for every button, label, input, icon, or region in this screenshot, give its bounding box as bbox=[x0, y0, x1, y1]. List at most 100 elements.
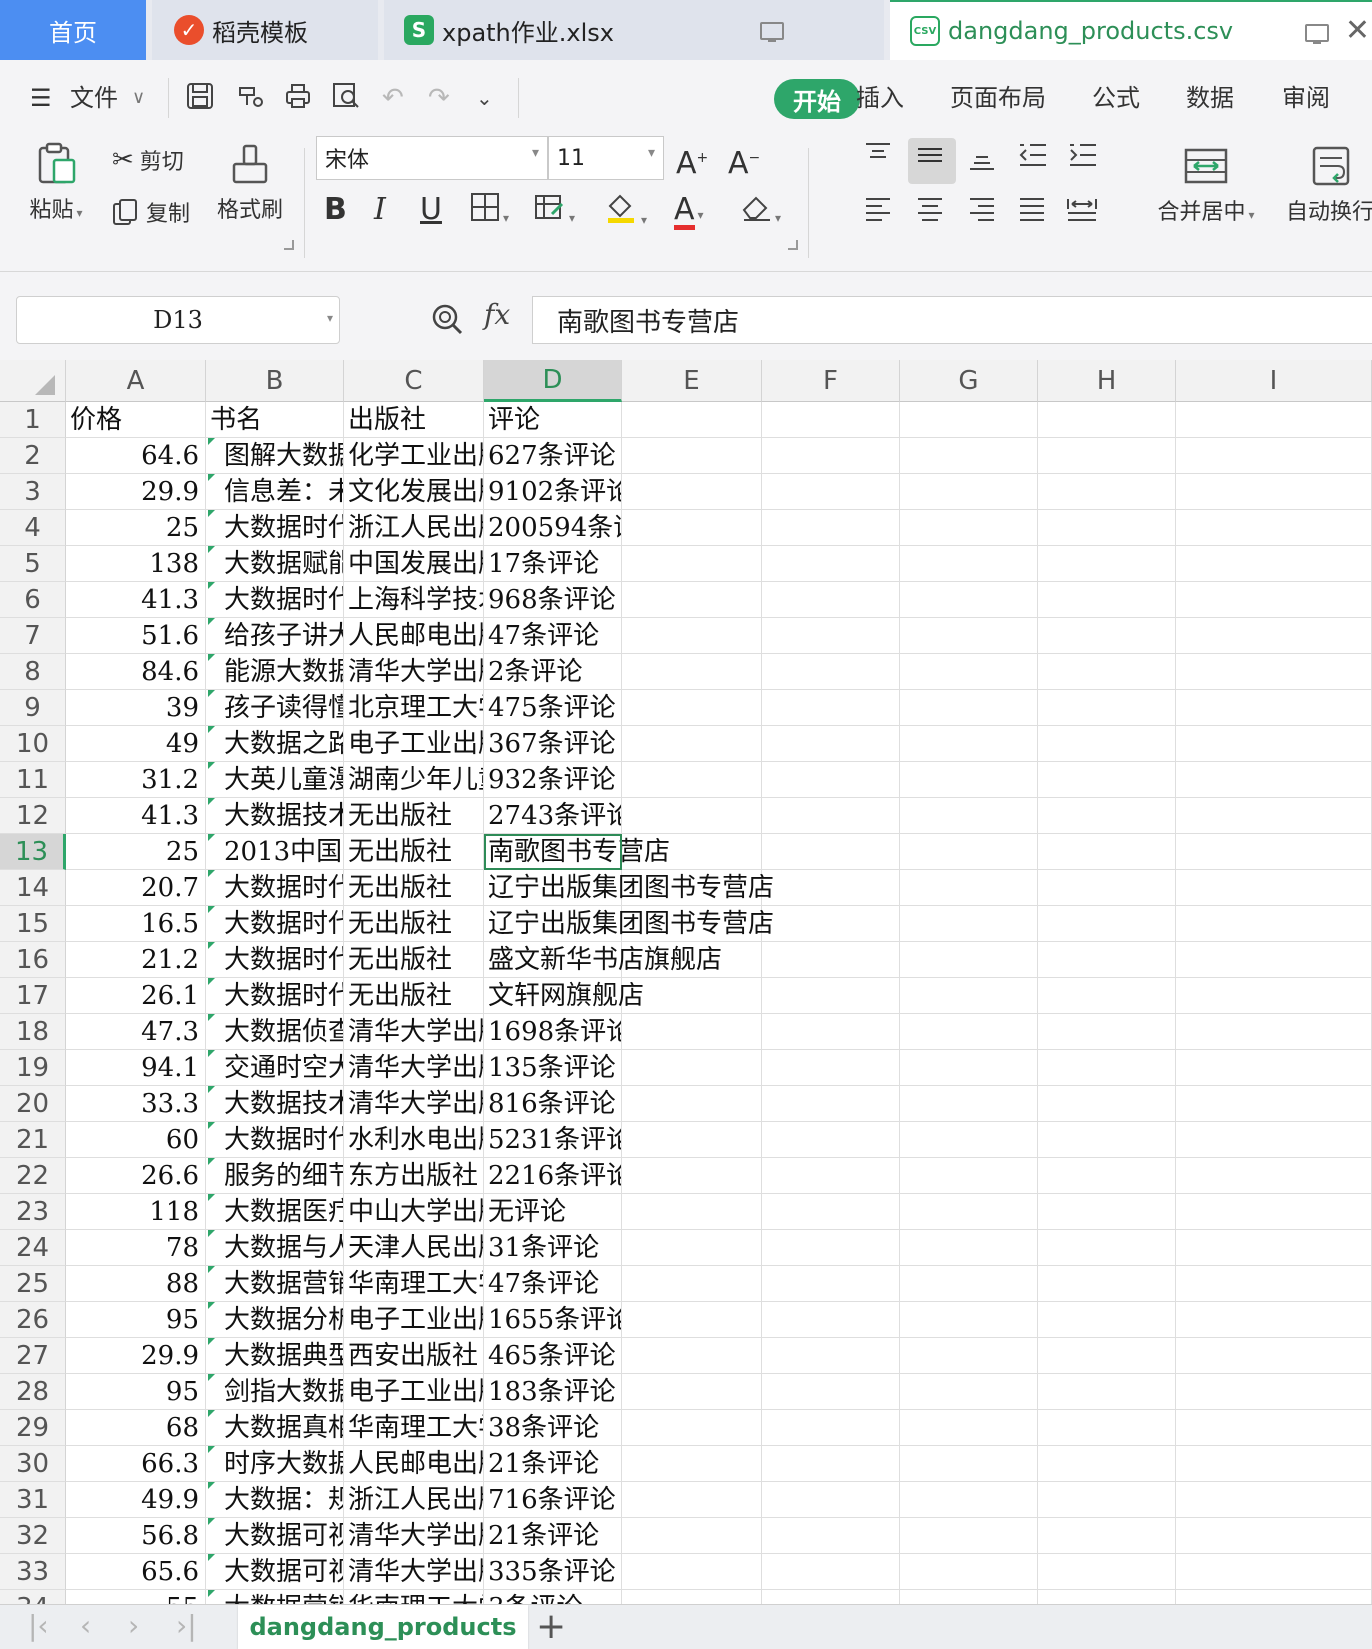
cell[interactable] bbox=[622, 1302, 762, 1338]
merge-center-button[interactable]: 合并居中 ▾ bbox=[1150, 144, 1262, 226]
row-header[interactable]: 20 bbox=[0, 1086, 66, 1122]
cell-comments[interactable]: 968条评论 bbox=[484, 582, 622, 618]
cell[interactable] bbox=[622, 1410, 762, 1446]
cell[interactable] bbox=[900, 1266, 1038, 1302]
cell-title[interactable]: 大数据真相 bbox=[206, 1410, 344, 1446]
cell[interactable] bbox=[1038, 1374, 1176, 1410]
italic-icon[interactable]: I bbox=[374, 190, 386, 230]
cell-comments[interactable]: 475条评论 bbox=[484, 690, 622, 726]
cell-publisher[interactable]: 无出版社 bbox=[344, 870, 484, 906]
cell-comments[interactable]: 47条评论 bbox=[484, 1266, 622, 1302]
cell-price[interactable]: 49.9 bbox=[66, 1482, 206, 1518]
cell[interactable] bbox=[1038, 1230, 1176, 1266]
cell-title[interactable]: 大数据时代 bbox=[206, 1122, 344, 1158]
align-bottom-icon[interactable] bbox=[968, 142, 996, 182]
cell-title[interactable]: 大数据可视化 bbox=[206, 1518, 344, 1554]
cell-title[interactable]: 给孩子讲大数据 bbox=[206, 618, 344, 654]
row-header[interactable]: 25 bbox=[0, 1266, 66, 1302]
save-icon[interactable] bbox=[186, 82, 214, 118]
cell-publisher[interactable]: 华南理工大学出版社 bbox=[344, 1410, 484, 1446]
cell[interactable] bbox=[1038, 1158, 1176, 1194]
cell[interactable] bbox=[762, 1518, 900, 1554]
cell-price[interactable]: 41.3 bbox=[66, 798, 206, 834]
cell[interactable] bbox=[900, 690, 1038, 726]
row-header[interactable]: 3 bbox=[0, 474, 66, 510]
cell-publisher[interactable]: 清华大学出版社 bbox=[344, 1518, 484, 1554]
cell[interactable] bbox=[1038, 978, 1176, 1014]
row-header[interactable]: 24 bbox=[0, 1230, 66, 1266]
cell-comments[interactable]: 无评论 bbox=[484, 1194, 622, 1230]
cell[interactable] bbox=[1176, 870, 1372, 906]
chevron-down-icon[interactable]: ▾ bbox=[648, 145, 655, 161]
cell-price[interactable]: 56.8 bbox=[66, 1518, 206, 1554]
cell[interactable] bbox=[1038, 654, 1176, 690]
cell-comments[interactable]: 716条评论 bbox=[484, 1482, 622, 1518]
cell[interactable] bbox=[1176, 1122, 1372, 1158]
cell[interactable] bbox=[1176, 1518, 1372, 1554]
cell[interactable] bbox=[1038, 762, 1176, 798]
cell-publisher[interactable]: 无出版社 bbox=[344, 942, 484, 978]
align-right-icon[interactable] bbox=[968, 194, 996, 234]
align-left-icon[interactable] bbox=[864, 194, 892, 234]
cell[interactable] bbox=[762, 510, 900, 546]
row-header[interactable]: 33 bbox=[0, 1554, 66, 1590]
cell[interactable] bbox=[1038, 474, 1176, 510]
cell-title[interactable]: 交通时空大数据 bbox=[206, 1050, 344, 1086]
cell[interactable] bbox=[900, 1230, 1038, 1266]
cell[interactable] bbox=[1038, 402, 1176, 438]
cell-title[interactable]: 2013中国大数据 bbox=[206, 834, 344, 870]
cell-price[interactable]: 64.6 bbox=[66, 438, 206, 474]
cell-price[interactable]: 20.7 bbox=[66, 870, 206, 906]
cell[interactable] bbox=[1038, 1518, 1176, 1554]
insert-function-fx-icon[interactable]: fx bbox=[484, 298, 510, 331]
paste-button[interactable]: 粘贴 ▾ bbox=[22, 142, 90, 224]
cell[interactable] bbox=[762, 942, 900, 978]
cell-title[interactable]: 大数据技术 bbox=[206, 1086, 344, 1122]
menu-insert[interactable]: 插入 bbox=[856, 78, 904, 118]
cell[interactable] bbox=[622, 690, 762, 726]
cell-comments[interactable]: 932条评论 bbox=[484, 762, 622, 798]
cell-publisher[interactable]: 化学工业出版社 bbox=[344, 438, 484, 474]
row-header[interactable]: 17 bbox=[0, 978, 66, 1014]
cell[interactable] bbox=[622, 762, 762, 798]
cell-price[interactable]: 47.3 bbox=[66, 1014, 206, 1050]
cell-comments[interactable]: 21条评论 bbox=[484, 1446, 622, 1482]
quick-access-dropdown-icon[interactable]: ⌄ bbox=[476, 82, 493, 114]
cell[interactable] bbox=[622, 1050, 762, 1086]
cell[interactable] bbox=[1038, 438, 1176, 474]
cell-title[interactable]: 孩子读得懂 bbox=[206, 690, 344, 726]
align-top-icon[interactable] bbox=[864, 140, 892, 180]
cell-publisher[interactable]: 人民邮电出版社 bbox=[344, 618, 484, 654]
row-header[interactable]: 15 bbox=[0, 906, 66, 942]
cell[interactable] bbox=[622, 1518, 762, 1554]
cell[interactable] bbox=[900, 510, 1038, 546]
row-header[interactable]: 19 bbox=[0, 1050, 66, 1086]
next-sheet-icon[interactable]: › bbox=[128, 1609, 139, 1643]
cell[interactable] bbox=[1176, 1266, 1372, 1302]
row-header[interactable]: 32 bbox=[0, 1518, 66, 1554]
prev-sheet-icon[interactable]: ‹ bbox=[80, 1609, 91, 1643]
align-center-icon[interactable] bbox=[916, 194, 944, 234]
font-size-select[interactable]: 11 ▾ bbox=[548, 136, 664, 180]
row-header[interactable]: 5 bbox=[0, 546, 66, 582]
cell[interactable] bbox=[622, 402, 762, 438]
cell[interactable] bbox=[900, 1518, 1038, 1554]
name-box[interactable]: D13 ▾ bbox=[16, 296, 340, 344]
dialog-launcher-icon[interactable] bbox=[284, 240, 294, 250]
cell-price[interactable]: 65.6 bbox=[66, 1554, 206, 1590]
tab-docer-templates[interactable]: ✓ 稻壳模板 bbox=[152, 0, 378, 60]
cell-title[interactable]: 大数据营销 bbox=[206, 1266, 344, 1302]
chevron-down-icon[interactable]: ∨ bbox=[132, 78, 145, 118]
cell-publisher[interactable]: 电子工业出版社 bbox=[344, 726, 484, 762]
cell[interactable] bbox=[762, 834, 900, 870]
increase-font-size-icon[interactable]: A+ bbox=[676, 138, 708, 184]
cell[interactable] bbox=[622, 654, 762, 690]
row-header[interactable]: 12 bbox=[0, 798, 66, 834]
cell[interactable] bbox=[1038, 1050, 1176, 1086]
cell-title[interactable]: 大数据营销 bbox=[206, 1590, 344, 1604]
cell-title[interactable]: 大数据时代 bbox=[206, 978, 344, 1014]
cell[interactable] bbox=[900, 798, 1038, 834]
cell[interactable] bbox=[762, 798, 900, 834]
last-sheet-icon[interactable]: ›| bbox=[176, 1609, 197, 1643]
cell[interactable] bbox=[1038, 1482, 1176, 1518]
